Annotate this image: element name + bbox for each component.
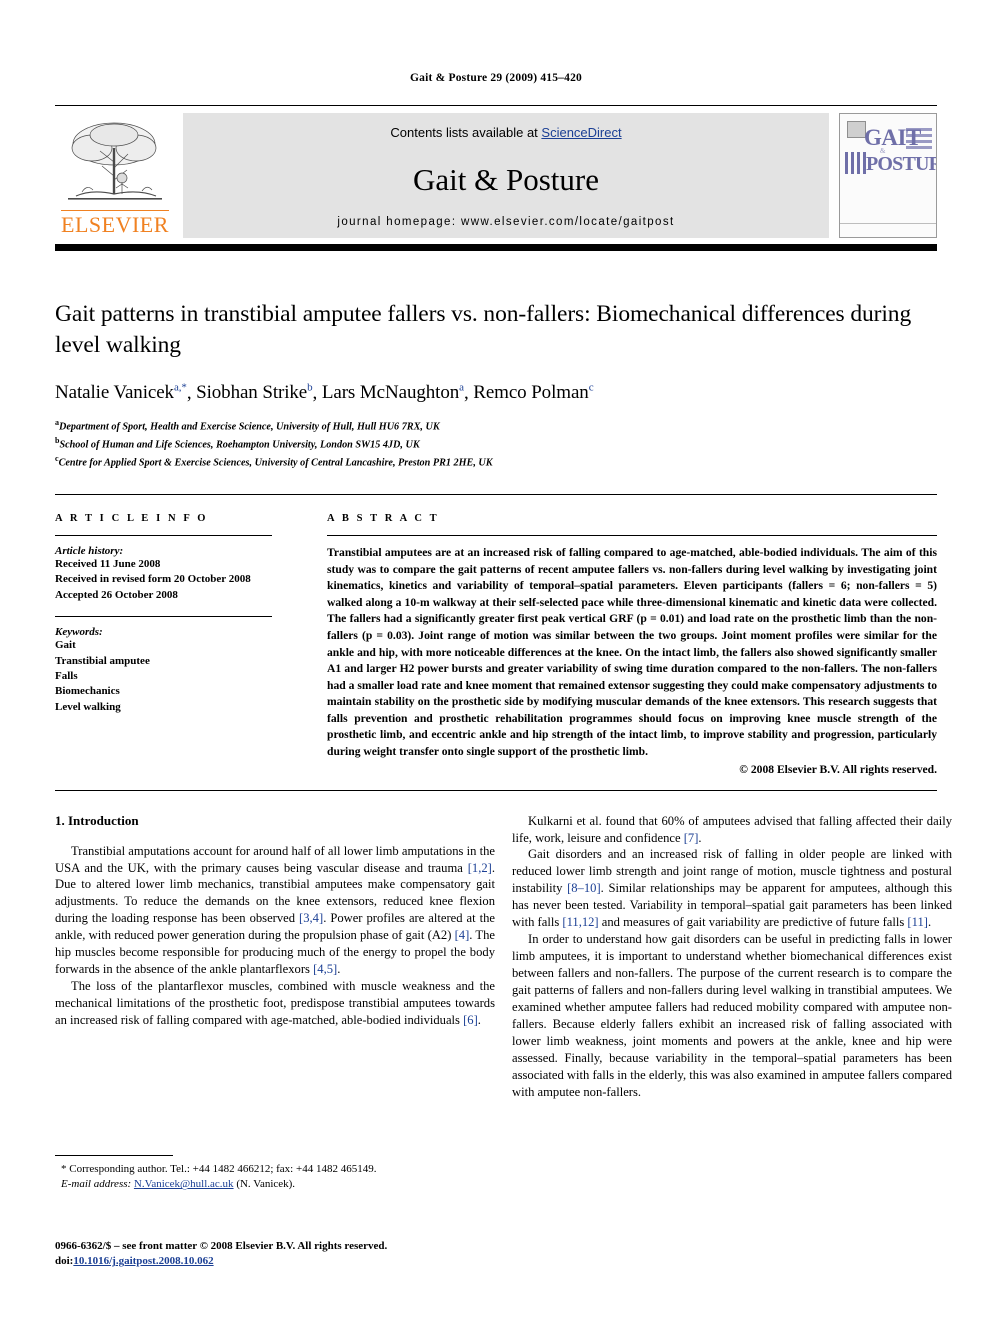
article-history-item: Received 11 June 2008 [55, 558, 161, 571]
author-separator: , [186, 382, 197, 404]
citation-reference[interactable]: [6] [463, 1013, 478, 1027]
sciencedirect-link[interactable]: ScienceDirect [541, 125, 621, 140]
affiliation-text: Department of Sport, Health and Exercise… [59, 421, 440, 433]
keyword-item: Falls [55, 670, 78, 682]
doi-link[interactable]: 10.1016/j.gaitpost.2008.10.062 [73, 1255, 213, 1267]
affiliation-item: aDepartment of Sport, Health and Exercis… [55, 417, 937, 435]
doi-line: doi:10.1016/j.gaitpost.2008.10.062 [55, 1254, 515, 1269]
keyword-item: Transtibial amputee [55, 654, 150, 667]
author-entry: Siobhan Strikeb [196, 382, 313, 404]
info-abstract-row: A R T I C L E I N F O Article history: R… [55, 513, 937, 776]
elsevier-tree-icon [68, 122, 162, 200]
abstract-bottom-rule [55, 789, 937, 791]
citation-reference[interactable]: [1,2] [468, 861, 492, 875]
email-label: E-mail address: [61, 1178, 132, 1191]
author-name: Lars McNaughton [321, 382, 460, 404]
cover-title-posture: POSTURE [866, 153, 936, 175]
cover-bottom-rule [840, 223, 936, 224]
author-affiliation-marker[interactable]: a,* [174, 382, 187, 394]
affiliation-list: aDepartment of Sport, Health and Exercis… [55, 417, 937, 471]
citation-reference[interactable]: [11,12] [562, 915, 598, 929]
author-entry: Natalie Vaniceka,* [55, 382, 187, 403]
body-paragraph: Gait disorders and an increased risk of … [512, 847, 952, 930]
body-column-left: 1. Introduction Transtibial amputations … [55, 813, 495, 1101]
cover-bars-left-icon [845, 152, 866, 174]
affiliation-item: bSchool of Human and Life Sciences, Roeh… [55, 435, 937, 453]
abstract-text: Transtibial amputees are at an increased… [327, 546, 937, 758]
author-separator: , [463, 382, 474, 404]
citation-reference[interactable]: [4,5] [313, 962, 337, 976]
footnote-rule [55, 1155, 173, 1156]
info-top-rule [55, 494, 937, 496]
author-affiliation-marker[interactable]: c [589, 382, 594, 394]
keyword-item: Level walking [55, 700, 121, 713]
banner-center: Contents lists available at ScienceDirec… [183, 113, 829, 238]
body-paragraph: The loss of the plantarflexor muscles, c… [55, 979, 495, 1027]
journal-cover-thumbnail[interactable]: GAIT & POSTURE [839, 113, 937, 238]
affiliation-item: cCentre for Applied Sport & Exercise Sci… [55, 453, 937, 471]
corresponding-author-note: * Corresponding author. Tel.: +44 1482 4… [61, 1163, 377, 1175]
article-info-column: A R T I C L E I N F O Article history: R… [55, 513, 300, 776]
body-columns: 1. Introduction Transtibial amputations … [55, 813, 952, 1101]
author-name: Siobhan Strike [196, 382, 308, 404]
body-paragraph: Transtibial amputations account for arou… [55, 843, 496, 977]
running-head: Gait & Posture 29 (2009) 415–420 [410, 72, 582, 84]
journal-title: Gait & Posture [413, 161, 599, 197]
keywords-divider [55, 616, 272, 618]
citation-reference[interactable]: [7] [684, 831, 699, 845]
article-history-item: Received in revised form 20 October 2008 [55, 573, 251, 586]
citation-reference[interactable]: [3,4] [299, 911, 323, 925]
contents-available-line: Contents lists available at ScienceDirec… [390, 125, 621, 140]
affiliation-text: School of Human and Life Sciences, Roeha… [59, 439, 420, 451]
body-paragraph: Kulkarni et al. found that 60% of ampute… [512, 813, 952, 845]
author-entry: Remco Polmanc [473, 382, 593, 403]
banner-top-rule [55, 105, 937, 106]
author-entry: Lars McNaughtona [322, 382, 464, 403]
citation-reference[interactable]: [4] [455, 928, 470, 942]
body-column-right: Kulkarni et al. found that 60% of ampute… [512, 813, 952, 1101]
cover-title-gait: GAIT [864, 125, 921, 150]
contents-prefix: Contents lists available at [390, 125, 542, 140]
keyword-item: Gait [55, 639, 76, 652]
article-page: Gait & Posture 29 (2009) 415–420 ELSEVIE… [0, 0, 992, 1323]
journal-banner: ELSEVIER Contents lists available at Sci… [55, 113, 937, 238]
section-heading-introduction: 1. Introduction [55, 812, 139, 828]
article-info-divider [55, 535, 272, 537]
elsevier-logo: ELSEVIER [55, 113, 175, 238]
author-name: Natalie Vanicek [55, 382, 174, 404]
elsevier-logo-rule [61, 210, 169, 211]
banner-bottom-bar [55, 244, 937, 251]
email-link[interactable]: N.Vanicek@hull.ac.uk [134, 1178, 234, 1190]
keyword-item: Biomechanics [55, 685, 120, 698]
front-matter-line: 0966-6362/$ – see front matter © 2008 El… [55, 1240, 388, 1252]
article-info-heading: A R T I C L E I N F O [55, 513, 209, 525]
imprint-block: 0966-6362/$ – see front matter © 2008 El… [55, 1239, 515, 1270]
keywords-label: Keywords: [55, 626, 103, 639]
email-suffix: (N. Vanicek). [236, 1178, 296, 1191]
article-history-label: Article history: [55, 545, 124, 558]
elsevier-wordmark: ELSEVIER [61, 212, 169, 237]
email-note: E-mail address: N.Vanicek@hull.ac.uk (N.… [55, 1177, 495, 1192]
journal-homepage-line[interactable]: journal homepage: www.elsevier.com/locat… [337, 216, 674, 228]
citation-reference[interactable]: [8–10] [567, 881, 601, 895]
affiliation-text: Centre for Applied Sport & Exercise Scie… [58, 457, 493, 469]
abstract-heading: A B S T R A C T [327, 513, 440, 525]
citation-reference[interactable]: [11] [907, 915, 928, 929]
footnote-block: * Corresponding author. Tel.: +44 1482 4… [55, 1155, 495, 1193]
article-history-item: Accepted 26 October 2008 [55, 588, 178, 601]
author-name: Remco Polman [473, 382, 589, 404]
article-title: Gait patterns in transtibial amputee fal… [55, 301, 912, 358]
body-paragraph: In order to understand how gait disorder… [512, 932, 952, 1099]
author-list: Natalie Vaniceka,*, Siobhan Strikeb, Lar… [55, 382, 937, 404]
abstract-divider [327, 535, 937, 537]
abstract-copyright: © 2008 Elsevier B.V. All rights reserved… [739, 762, 937, 776]
doi-prefix: doi: [55, 1255, 74, 1268]
author-separator: , [312, 382, 322, 404]
abstract-column: A B S T R A C T Transtibial amputees are… [300, 513, 937, 776]
